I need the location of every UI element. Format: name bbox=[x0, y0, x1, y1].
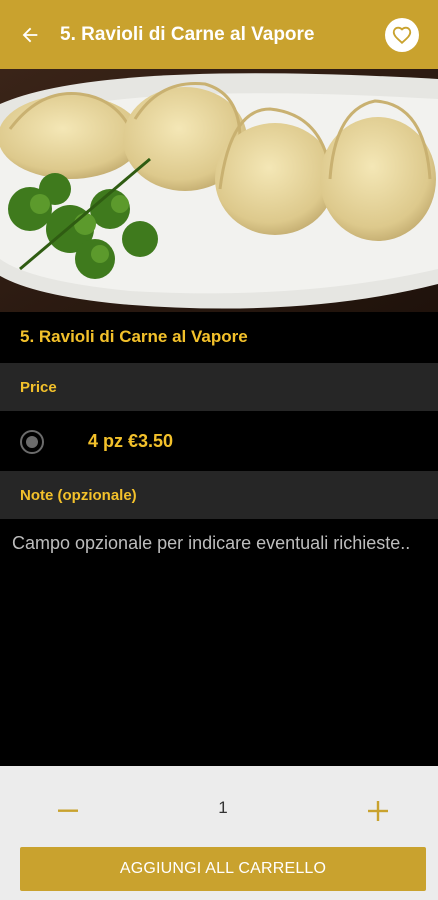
page-title: 5. Ravioli di Carne al Vapore bbox=[60, 23, 315, 45]
radio-selected-dot bbox=[26, 435, 38, 448]
heart-outline-icon bbox=[392, 26, 412, 44]
quantity-stepper: 1 bbox=[0, 786, 438, 836]
arrow-left-icon bbox=[22, 27, 38, 42]
price-section-header: Price bbox=[0, 363, 438, 411]
note-input[interactable]: Campo opzionale per indicare eventuali r… bbox=[0, 520, 438, 766]
price-option[interactable]: 4 pz €3.50 bbox=[0, 412, 438, 471]
increase-quantity-button[interactable] bbox=[358, 794, 398, 828]
back-button[interactable] bbox=[0, 0, 60, 69]
plus-icon bbox=[368, 801, 388, 821]
minus-icon bbox=[58, 809, 78, 812]
product-title-row: 5. Ravioli di Carne al Vapore bbox=[0, 312, 438, 361]
decrease-quantity-button[interactable] bbox=[48, 794, 88, 828]
product-title: 5. Ravioli di Carne al Vapore bbox=[20, 326, 248, 346]
product-image bbox=[0, 69, 438, 312]
dumplings-photo bbox=[0, 69, 438, 312]
cart-bar: 1 AGGIUNGI ALL CARRELLO bbox=[0, 766, 438, 900]
quantity-value: 1 bbox=[218, 798, 228, 817]
app-bar: 5. Ravioli di Carne al Vapore bbox=[0, 0, 438, 69]
note-section-header: Note (opzionale) bbox=[0, 471, 438, 519]
radio-button[interactable] bbox=[20, 429, 44, 454]
add-to-cart-button[interactable]: AGGIUNGI ALL CARRELLO bbox=[20, 847, 426, 891]
favorite-button[interactable] bbox=[385, 17, 419, 52]
price-option-label: 4 pz €3.50 bbox=[88, 431, 174, 451]
